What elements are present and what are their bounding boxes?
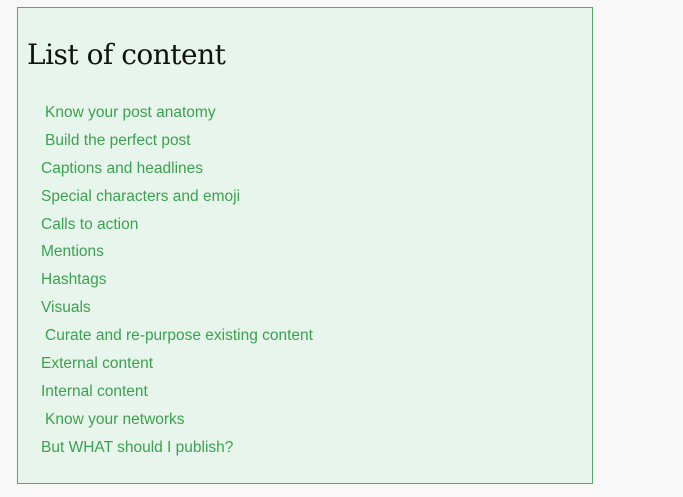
toc-link-post-anatomy[interactable]: Know your post anatomy xyxy=(18,102,313,130)
toc-link-calls-to-action[interactable]: Calls to action xyxy=(18,214,313,242)
toc-link-hashtags[interactable]: Hashtags xyxy=(18,269,313,297)
toc-title: List of content xyxy=(27,38,226,71)
toc-list: Know your post anatomy Build the perfect… xyxy=(18,102,313,465)
table-of-contents: List of content Know your post anatomy B… xyxy=(17,7,593,484)
toc-link-curate-content[interactable]: Curate and re-purpose existing content xyxy=(18,325,313,353)
toc-link-visuals[interactable]: Visuals xyxy=(18,297,313,325)
toc-link-external-content[interactable]: External content xyxy=(18,353,313,381)
toc-link-what-to-publish[interactable]: But WHAT should I publish? xyxy=(18,437,313,465)
toc-link-special-characters[interactable]: Special characters and emoji xyxy=(18,186,313,214)
toc-link-internal-content[interactable]: Internal content xyxy=(18,381,313,409)
toc-link-know-networks[interactable]: Know your networks xyxy=(18,409,313,437)
toc-link-perfect-post[interactable]: Build the perfect post xyxy=(18,130,313,158)
toc-link-captions-headlines[interactable]: Captions and headlines xyxy=(18,158,313,186)
toc-link-mentions[interactable]: Mentions xyxy=(18,241,313,269)
